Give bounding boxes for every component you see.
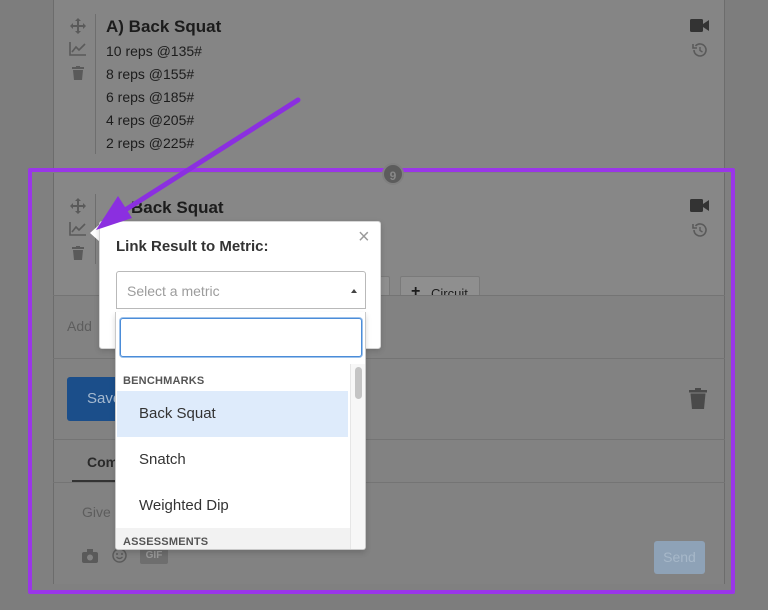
annotation-arrow: [96, 97, 301, 230]
